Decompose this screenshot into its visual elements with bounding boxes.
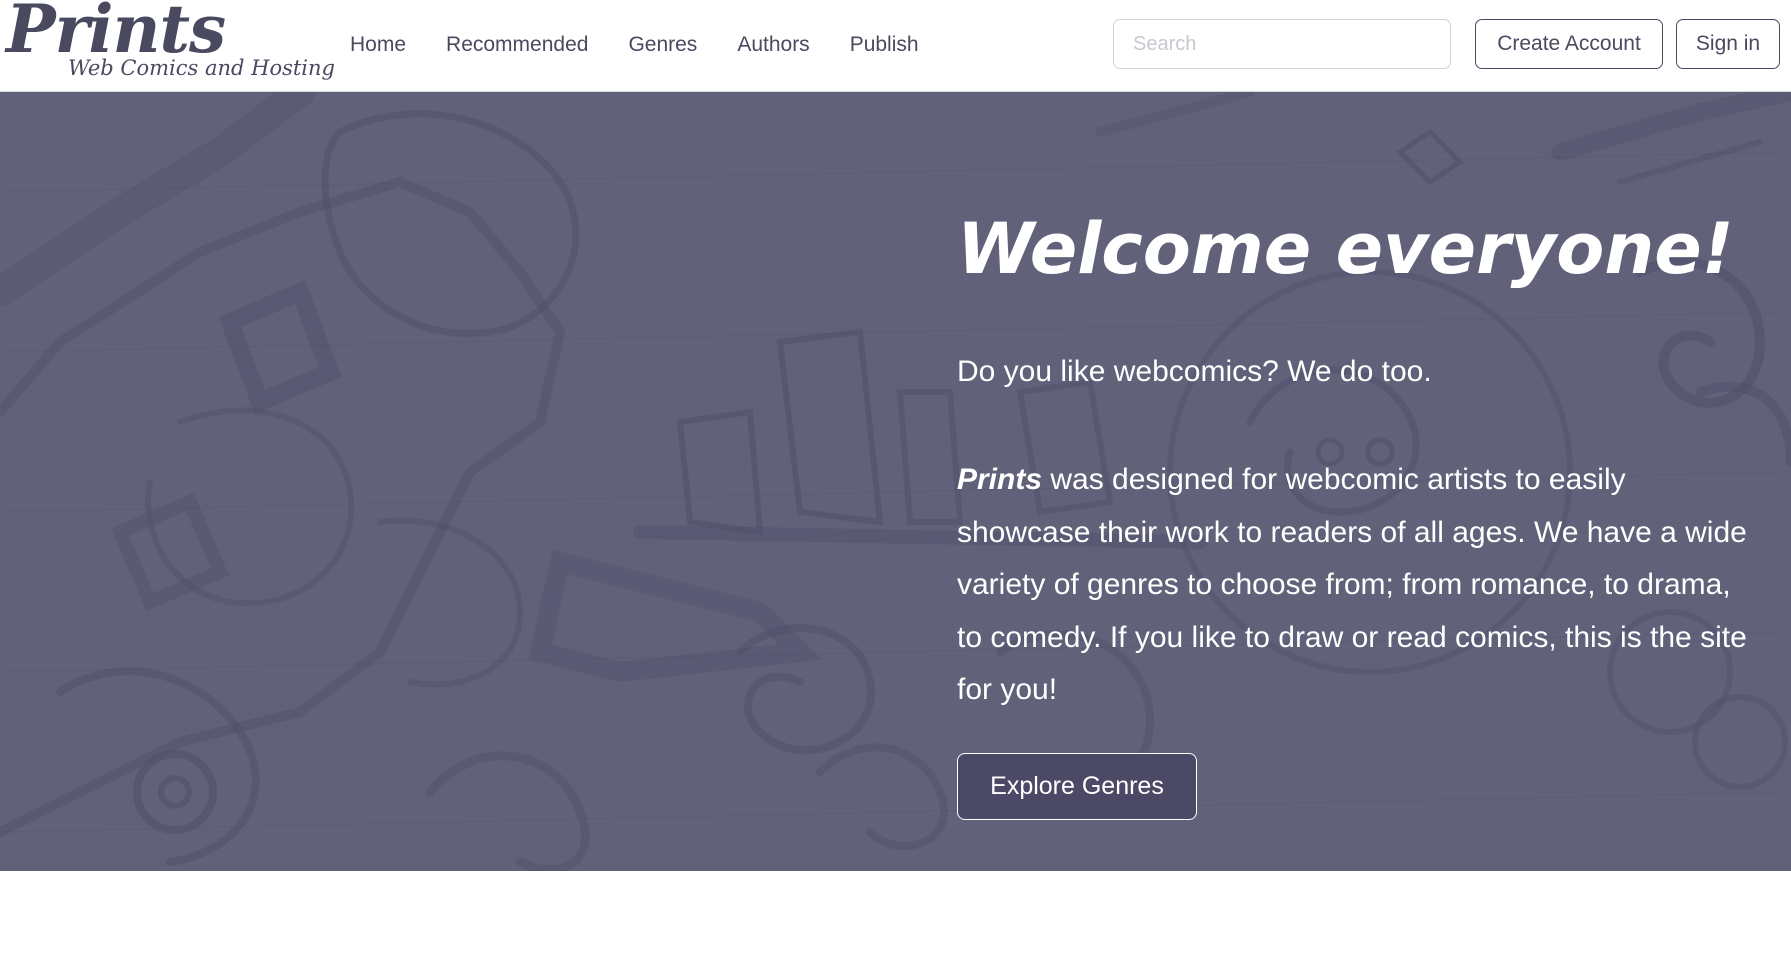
hero-intro: Do you like webcomics? We do too. [957,355,1432,388]
hero-title: Welcome everyone! [957,208,1734,290]
hero-section: Welcome everyone! Do you like webcomics?… [0,92,1791,871]
brand-logo[interactable]: Prints Web Comics and Hosting [6,0,335,88]
sign-in-button[interactable]: Sign in [1676,19,1780,69]
brand-tagline: Web Comics and Hosting [68,56,335,80]
search-input[interactable] [1113,19,1451,69]
hero-description: Prints was designed for webcomic artists… [957,454,1747,717]
create-account-button[interactable]: Create Account [1475,19,1663,69]
nav-link-authors[interactable]: Authors [717,33,829,57]
brand-name: Prints [6,0,226,68]
nav-link-recommended[interactable]: Recommended [426,33,608,57]
hero-brand-name: Prints [957,463,1043,496]
main-nav: Home Recommended Genres Authors Publish [330,0,939,90]
nav-link-home[interactable]: Home [330,33,426,57]
nav-link-publish[interactable]: Publish [830,33,939,57]
nav-link-genres[interactable]: Genres [608,33,717,57]
explore-genres-button[interactable]: Explore Genres [957,753,1197,820]
hero-description-text: was designed for webcomic artists to eas… [957,463,1747,706]
navbar: Prints Web Comics and Hosting Home Recom… [0,0,1791,92]
